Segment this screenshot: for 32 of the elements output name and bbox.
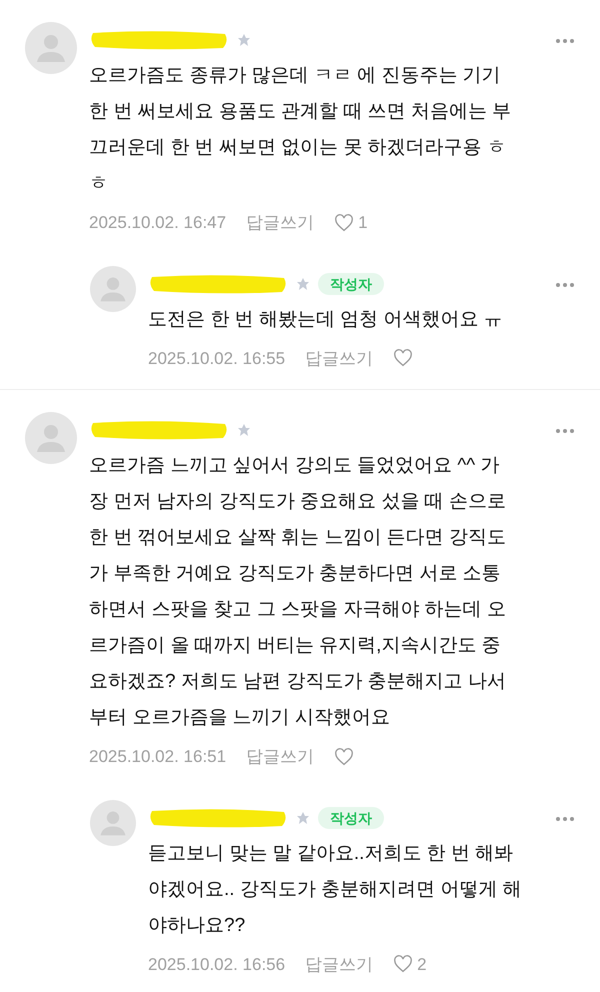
reply-link[interactable]: 답글쓰기 bbox=[305, 952, 374, 977]
rank-icon bbox=[237, 33, 251, 47]
like-count: 2 bbox=[417, 954, 427, 976]
comment-text: 듣고보니 맞는 말 같아요..저희도 한 번 해봐 야겠어요.. 강직도가 충분해지려면 어떻게 해 야하나요?? bbox=[148, 842, 523, 938]
comment-date: 2025.10.02. 16:55 bbox=[148, 348, 286, 370]
comment-date: 2025.10.02. 16:47 bbox=[89, 212, 226, 234]
comment-text: 도전은 한 번 해봤는데 엄청 어색했어요 ㅠ bbox=[148, 308, 504, 332]
heart-icon[interactable] bbox=[334, 748, 354, 766]
more-icon[interactable] bbox=[555, 38, 575, 44]
heart-icon[interactable] bbox=[393, 349, 414, 368]
comment-text: 오르가즘도 종류가 많은데 ㅋㄹ 에 진동주는 기기 한 번 써보세요 용품도 관계할 때 쓰면 처음에는 부 끄러운데 한 번 써보면 없이는 못 하겠더라구용 ㅎ ㅎ bbox=[89, 64, 512, 196]
comment-date: 2025.10.02. 16:51 bbox=[89, 746, 226, 768]
reply-link[interactable]: 답글쓰기 bbox=[246, 744, 314, 770]
more-icon[interactable] bbox=[555, 282, 575, 288]
heart-icon[interactable] bbox=[393, 955, 414, 974]
rank-icon bbox=[237, 423, 251, 437]
avatar bbox=[25, 412, 77, 464]
heart-icon[interactable] bbox=[334, 214, 354, 232]
rank-icon bbox=[296, 810, 310, 824]
reply-link[interactable]: 답글쓰기 bbox=[305, 346, 374, 371]
comment-date: 2025.10.02. 16:56 bbox=[148, 954, 286, 976]
author-badge: 작성자 bbox=[318, 806, 384, 828]
avatar bbox=[90, 800, 136, 846]
author-badge: 작성자 bbox=[318, 272, 384, 294]
avatar bbox=[90, 266, 136, 312]
avatar bbox=[25, 22, 77, 74]
like-count: 1 bbox=[358, 212, 368, 234]
comment-text: 오르가즘 느끼고 싶어서 강의도 들었었어요 ^^ 가 장 먼저 남자의 강직도가 중요해요 섰을 때 손으로 한 번 꺾어보세요 살짝 휘는 느낌이 든다면 강직도 가 부족한 거예요 강직도가 충분하다면 서로 소통 하면서 스팟을 찾고 그 스팟을 자극해야 하는데 오 르가즘이 올 때까지 버티는 유지력,지속시간도 중 요하겠죠? 저희도 남편 강직도가 충분해지고 나서 부터 오르가즘을 느끼기 시작했어요 bbox=[89, 454, 507, 730]
more-icon[interactable] bbox=[555, 816, 575, 822]
rank-icon bbox=[296, 276, 310, 290]
reply-link[interactable]: 답글쓰기 bbox=[246, 210, 314, 236]
more-icon[interactable] bbox=[555, 428, 575, 434]
